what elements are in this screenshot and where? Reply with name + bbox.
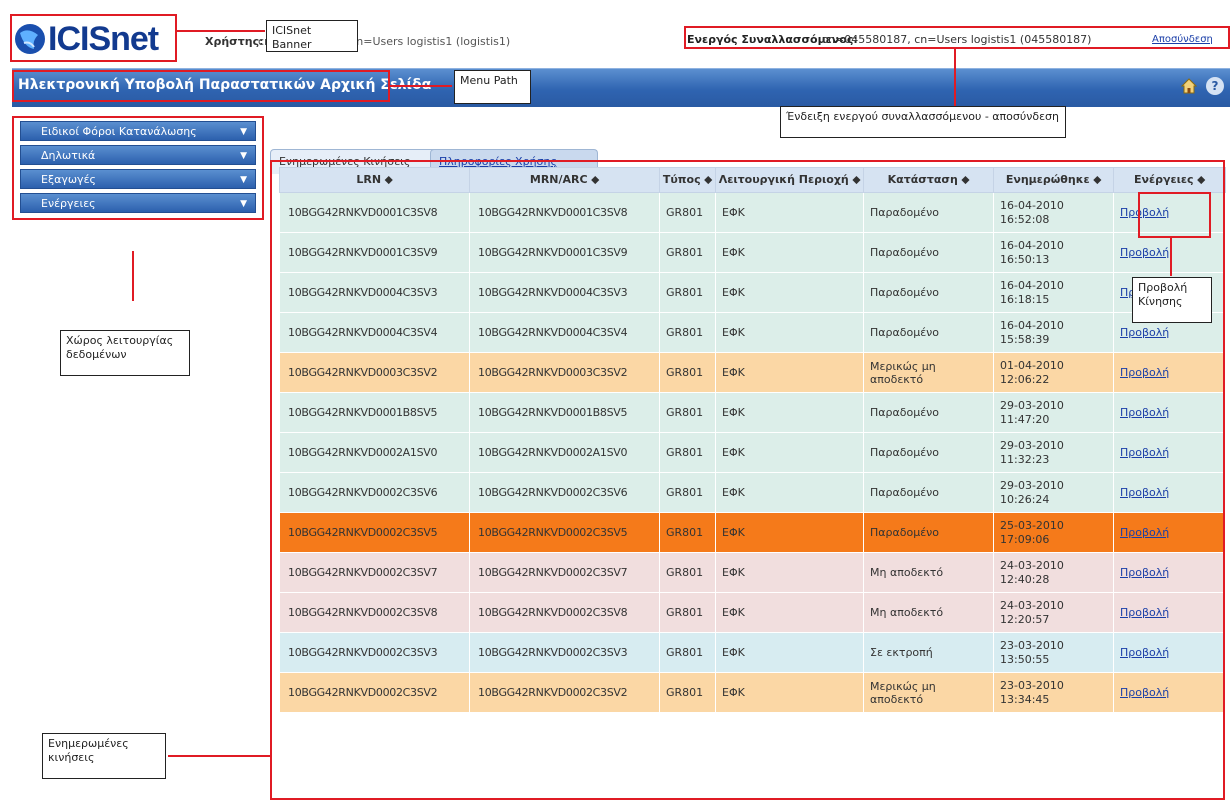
- annotation-arrow: [954, 49, 956, 107]
- annotation-arrow: [168, 755, 270, 757]
- user-label: Χρήστης:: [205, 35, 264, 48]
- annotation-arrow: [1170, 238, 1172, 276]
- annotation-box-sidebar: [12, 116, 264, 220]
- annotation-callout-banner: ICISnet Banner: [266, 20, 358, 52]
- home-icon[interactable]: [1180, 77, 1198, 95]
- annotation-callout-active-trader: Ένδειξη ενεργού συναλλασσόμενου - αποσύν…: [780, 106, 1066, 138]
- annotation-arrow: [132, 251, 134, 301]
- annotation-callout-view-movement: Προβολή Κίνησης: [1132, 277, 1212, 323]
- annotation-callout-menu-path: Menu Path: [454, 70, 531, 104]
- annotation-arrow: [390, 85, 452, 87]
- annotation-arrow: [177, 30, 265, 32]
- annotation-box-banner: [10, 14, 177, 62]
- annotation-box-active-trader: [684, 26, 1230, 49]
- annotation-callout-updated-movements: Ενημερωμένες κινήσεις: [42, 733, 166, 779]
- annotation-box-menu-path: [12, 70, 390, 102]
- annotation-box-view-link: [1138, 192, 1211, 238]
- annotation-box-table: [270, 160, 1225, 800]
- help-icon[interactable]: ?: [1206, 77, 1224, 95]
- annotation-callout-function-area: Χώρος λειτουργίας δεδομένων: [60, 330, 190, 376]
